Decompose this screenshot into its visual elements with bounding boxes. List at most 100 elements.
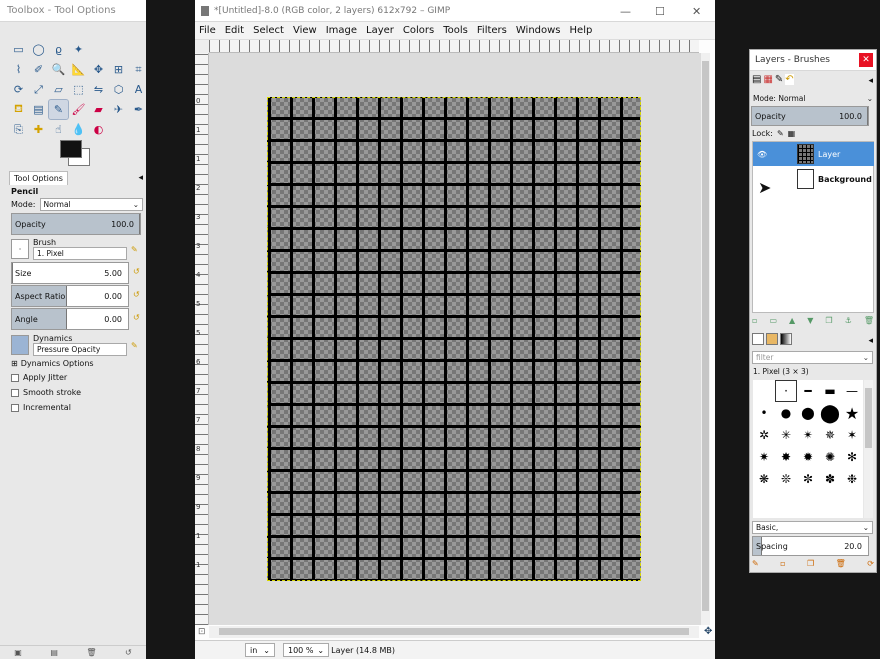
vertical-scrollbar[interactable] [701, 53, 710, 625]
rotate-icon[interactable]: ⟳ [9, 80, 28, 99]
menu-view[interactable]: View [293, 25, 317, 36]
reset-angle-icon[interactable]: ↺ [133, 313, 140, 322]
brush-item[interactable]: ✶ [841, 424, 863, 446]
ink-icon[interactable]: ✒ [129, 100, 146, 119]
brush-item[interactable]: ⬤ [797, 402, 819, 424]
color-picker-icon[interactable]: ✐ [29, 60, 48, 79]
tab-menu-icon[interactable]: ◂ [868, 336, 873, 346]
flip-icon[interactable]: ⇋ [89, 80, 108, 99]
minimize-icon[interactable]: — [620, 5, 631, 18]
dynamics-field[interactable]: Pressure Opacity [33, 343, 127, 356]
brush-item[interactable]: · [775, 380, 797, 402]
restore-options-icon[interactable]: ▤ [50, 648, 58, 657]
menu-filters[interactable]: Filters [477, 25, 507, 36]
align-icon[interactable]: ⊞ [109, 60, 128, 79]
layer-mode-select[interactable]: Mode: Normal ⌄ [750, 92, 876, 105]
brush-grid[interactable]: · ━ ▬ — • ● ⬤ ⬤ ★ ✲ ✳ ✴ ✵ ✶ ✷ ✸ ✹ ✺ ✻ ❋ … [753, 380, 863, 518]
brush-item[interactable] [753, 380, 775, 402]
fuzzy-select-icon[interactable]: ✦ [69, 40, 88, 59]
lower-layer-icon[interactable]: ▼ [807, 316, 813, 325]
tab-menu-icon[interactable]: ◂ [138, 173, 143, 183]
brush-item[interactable]: • [753, 402, 775, 424]
refresh-brushes-icon[interactable]: ⟳ [867, 559, 874, 568]
brush-item[interactable]: ❋ [753, 468, 775, 490]
crop-icon[interactable]: ⌗ [129, 60, 146, 79]
brush-field[interactable]: 1. Pixel [33, 247, 127, 260]
menu-windows[interactable]: Windows [516, 25, 561, 36]
zoom-select[interactable]: 100 % ⌄ [283, 643, 330, 657]
delete-brush-icon[interactable]: 🗑 [836, 559, 846, 568]
brush-item[interactable]: ✼ [797, 468, 819, 490]
tab-undo-icon[interactable]: ↶ [785, 74, 794, 85]
foreground-color[interactable] [60, 140, 82, 158]
brush-item[interactable]: ✹ [797, 446, 819, 468]
tab-paths-icon[interactable]: ✎ [775, 74, 783, 85]
pencil-icon[interactable]: ✎ [48, 99, 69, 120]
dodge-icon[interactable]: ◐ [89, 120, 108, 139]
menu-colors[interactable]: Colors [403, 25, 434, 36]
layer-opacity-slider[interactable]: Opacity 100.0 [751, 106, 869, 126]
blur-icon[interactable]: 💧 [69, 120, 88, 139]
new-group-icon[interactable]: ▭ [769, 316, 777, 325]
mode-select[interactable]: Normal ⌄ [39, 198, 143, 211]
measure-icon[interactable]: 📐 [69, 60, 88, 79]
tab-channels-icon[interactable]: ▦ [763, 74, 772, 85]
tab-layers-icon[interactable]: ▤ [752, 74, 761, 85]
brush-item[interactable]: ✷ [753, 446, 775, 468]
apply-jitter-checkbox[interactable]: Apply Jitter [11, 373, 143, 382]
brush-preview-icon[interactable]: · [11, 239, 29, 259]
horizontal-scrollbar[interactable] [209, 626, 699, 638]
navigate-icon[interactable]: ✥ [704, 626, 712, 637]
quick-mask-icon[interactable]: ⊡ [198, 627, 206, 637]
save-options-icon[interactable]: ▣ [14, 648, 22, 657]
move-icon[interactable]: ✥ [89, 60, 108, 79]
canvas-area[interactable] [209, 53, 704, 625]
clone-icon[interactable]: ⎘ [9, 120, 28, 139]
anchor-icon[interactable]: ⚓ [845, 316, 852, 325]
shear-icon[interactable]: ▱ [49, 80, 68, 99]
new-layer-icon[interactable]: ▫ [752, 316, 757, 325]
close-icon[interactable]: ✕ [859, 53, 873, 67]
airbrush-icon[interactable]: ✈ [109, 100, 128, 119]
brush-item[interactable]: ✳ [775, 424, 797, 446]
zoom-icon[interactable]: 🔍 [49, 60, 68, 79]
dynamics-preview-icon[interactable] [11, 335, 29, 355]
scale-icon[interactable]: ⤢ [29, 80, 48, 99]
vertical-ruler[interactable]: 0 1 1 2 3 3 4 5 5 6 7 7 8 9 9 1 1 [195, 53, 209, 625]
brush-item[interactable]: — [841, 380, 863, 402]
brush-item[interactable]: ✽ [819, 468, 841, 490]
spacing-slider[interactable]: Spacing 20.0 [752, 536, 869, 556]
reset-aspect-icon[interactable]: ↺ [133, 290, 140, 299]
brush-item[interactable]: ✻ [841, 446, 863, 468]
edit-brush-icon[interactable]: ✎ [752, 559, 759, 568]
delete-layer-icon[interactable]: 🗑 [864, 316, 874, 325]
duplicate-brush-icon[interactable]: ❐ [807, 559, 814, 568]
brush-item[interactable]: ✲ [753, 424, 775, 446]
tab-brushes-icon[interactable] [752, 333, 764, 345]
tab-patterns-icon[interactable] [766, 333, 778, 345]
image-canvas[interactable] [267, 97, 641, 581]
free-select-icon[interactable]: ϱ [49, 40, 68, 59]
raise-layer-icon[interactable]: ▲ [789, 316, 795, 325]
close-icon[interactable]: ✕ [692, 5, 701, 18]
lock-pixels-icon[interactable]: ✎ [777, 129, 784, 138]
brush-item[interactable]: ━ [797, 380, 819, 402]
angle-slider[interactable]: Angle 0.00 [11, 308, 129, 330]
eraser-icon[interactable]: ▰ [89, 100, 108, 119]
delete-options-icon[interactable]: 🗑 [86, 648, 96, 657]
cage-icon[interactable]: ⬡ [109, 80, 128, 99]
text-icon[interactable]: A [129, 80, 146, 99]
menu-edit[interactable]: Edit [225, 25, 244, 36]
horizontal-ruler[interactable] [209, 40, 699, 53]
brush-item[interactable]: ✵ [819, 424, 841, 446]
edit-dynamics-icon[interactable]: ✎ [131, 341, 138, 350]
aspect-ratio-slider[interactable]: Aspect Ratio 0.00 [11, 285, 129, 307]
paths-icon[interactable]: ⌇ [9, 60, 28, 79]
menu-image[interactable]: Image [326, 25, 357, 36]
unit-select[interactable]: in ⌄ [245, 643, 275, 657]
opacity-slider[interactable]: Opacity 100.0 [11, 213, 141, 235]
brush-item[interactable]: ⬤ [819, 402, 841, 424]
dynamics-options-expander[interactable]: ⊞ Dynamics Options [11, 359, 143, 368]
menu-select[interactable]: Select [253, 25, 284, 36]
tab-gradients-icon[interactable] [780, 333, 792, 345]
